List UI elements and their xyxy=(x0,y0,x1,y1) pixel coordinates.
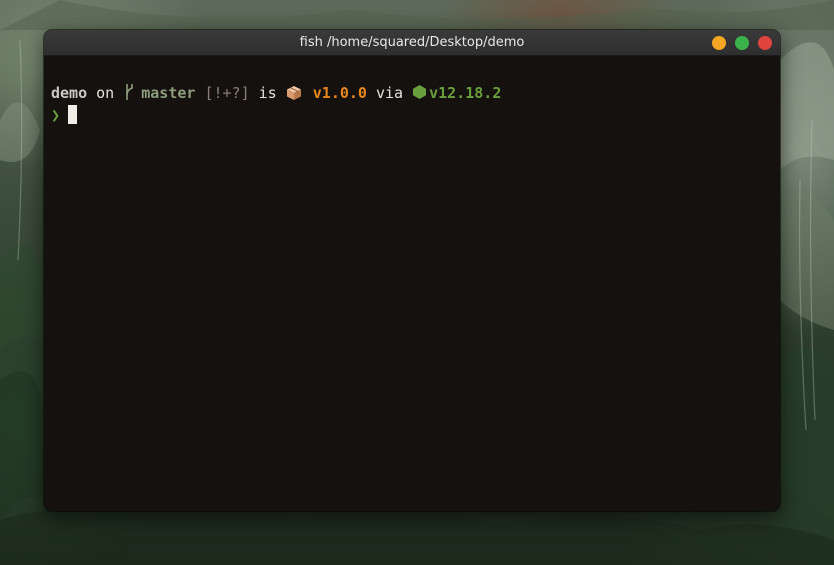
close-button[interactable] xyxy=(758,36,772,50)
prompt-character: ❯ xyxy=(51,106,61,124)
window-controls xyxy=(712,36,772,50)
package-icon xyxy=(286,86,301,100)
title-bar[interactable]: fish /home/squared/Desktop/demo xyxy=(44,30,780,56)
prompt-directory: demo xyxy=(51,84,88,102)
prompt-git-status: [!+?] xyxy=(204,84,250,102)
prompt-node-version: v12.18.2 xyxy=(429,84,502,102)
prompt-input-line[interactable]: ❯ xyxy=(51,104,78,126)
prompt-via-text: via xyxy=(376,84,404,102)
prompt-package-version: v1.0.0 xyxy=(312,84,367,102)
nodejs-icon xyxy=(413,85,427,99)
window-title: fish /home/squared/Desktop/demo xyxy=(299,35,525,50)
terminal-window: fish /home/squared/Desktop/demo demo on … xyxy=(44,30,780,511)
minimize-button[interactable] xyxy=(712,36,726,50)
terminal-content[interactable]: demo on master [!+?] is v1.0.0 via v12.1… xyxy=(44,56,780,511)
prompt-is-text: is xyxy=(258,84,277,102)
git-branch-icon xyxy=(126,84,134,100)
prompt-on-text: on xyxy=(96,84,115,102)
prompt-info-line: demo on master [!+?] is v1.0.0 via v12.1… xyxy=(51,82,501,104)
prompt-branch: master xyxy=(141,84,196,102)
text-cursor xyxy=(68,105,78,124)
maximize-button[interactable] xyxy=(735,36,749,50)
